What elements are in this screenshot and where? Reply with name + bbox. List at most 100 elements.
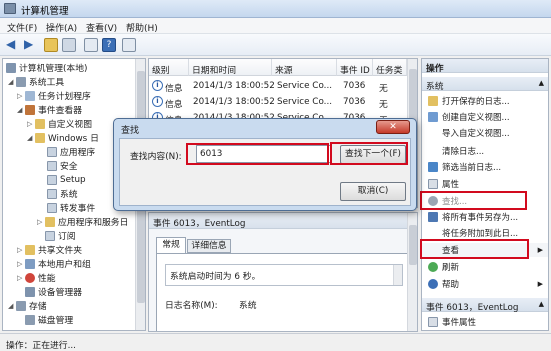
- cancel-button[interactable]: 取消(C): [340, 182, 406, 201]
- details-content: 系统启动时间为 6 秒。 日志名称(M): 系统: [156, 253, 410, 331]
- action-filter-current-log[interactable]: 筛选当前日志...: [422, 160, 548, 174]
- collapse-arrow-icon[interactable]: ▷: [17, 92, 25, 100]
- log-icon: [47, 188, 57, 199]
- action-save-all-events[interactable]: 将所有事件另存为...: [422, 210, 548, 224]
- tree-item-forwarded-events[interactable]: 转发事件: [47, 201, 95, 214]
- tree-item-event-viewer[interactable]: ◢ 事件查看器: [17, 103, 82, 116]
- collapse-arrow-icon[interactable]: ▷: [27, 120, 35, 128]
- folder-icon: [35, 118, 45, 129]
- tree-item-root[interactable]: 计算机管理(本地): [6, 61, 87, 74]
- tree-item-subscriptions[interactable]: 订阅: [45, 229, 76, 242]
- column-header-event-id[interactable]: 事件 ID: [337, 59, 373, 76]
- tree-label: 应用程序: [60, 148, 96, 158]
- collapse-arrow-icon[interactable]: ▷: [17, 274, 25, 282]
- tab-details[interactable]: 详细信息: [187, 239, 231, 253]
- cell-datetime: 2014/1/3 18:00:52: [193, 81, 275, 91]
- column-header-datetime[interactable]: 日期和时间: [189, 59, 272, 76]
- tree-item-disk-management[interactable]: 磁盘管理: [25, 313, 73, 326]
- log-icon: [47, 202, 57, 213]
- message-text: 系统启动时间为 6 秒。: [170, 272, 261, 282]
- action-label: 清除日志...: [442, 147, 485, 157]
- action-properties[interactable]: 属性: [422, 177, 548, 191]
- menu-bar: 文件(F) 操作(A) 查看(V) 帮助(H): [0, 18, 551, 34]
- expand-arrow-icon[interactable]: ◢: [17, 106, 25, 114]
- tree-item-shared-folders[interactable]: ▷ 共享文件夹: [17, 243, 82, 256]
- action-event-properties[interactable]: 事件属性: [422, 315, 548, 329]
- actions-header: 操作: [422, 59, 548, 74]
- up-folder-icon[interactable]: [44, 38, 58, 52]
- action-create-custom-view[interactable]: 创建自定义视图...: [422, 110, 548, 124]
- menu-file[interactable]: 文件(F): [7, 21, 37, 34]
- action-refresh[interactable]: 刷新: [422, 260, 548, 274]
- column-header-level[interactable]: 级别: [149, 59, 189, 76]
- find-label: 查找内容(N):: [130, 152, 182, 162]
- action-label: 将所有事件另存为...: [442, 213, 519, 223]
- view-icon[interactable]: [122, 38, 136, 52]
- action-label: 创建自定义视图...: [442, 113, 510, 123]
- users-icon: [25, 258, 35, 269]
- tree-item-performance[interactable]: ▷ 性能: [17, 271, 56, 284]
- tree-item-system[interactable]: 系统: [47, 187, 78, 200]
- tree-item-apps-services-logs[interactable]: ▷ 应用程序和服务日: [37, 215, 128, 228]
- tree-item-storage[interactable]: ◢ 存储: [8, 299, 47, 312]
- expand-arrow-icon[interactable]: ◢: [8, 302, 16, 310]
- action-label: 打开保存的日志...: [442, 97, 510, 107]
- log-name-label: 日志名称(M):: [165, 301, 218, 311]
- tree-item-custom-views[interactable]: ▷ 自定义视图: [27, 117, 92, 130]
- menu-view[interactable]: 查看(V): [86, 21, 117, 34]
- actions-section-system[interactable]: 系统 ▲: [422, 77, 548, 92]
- menu-action[interactable]: 操作(A): [46, 21, 77, 34]
- collapse-arrow-icon[interactable]: ▷: [17, 260, 25, 268]
- expand-arrow-icon[interactable]: ◢: [27, 134, 35, 142]
- table-row[interactable]: i 信息 2014/1/3 18:00:52 Service Co... 703…: [149, 78, 417, 94]
- cell-level: 信息: [165, 100, 183, 110]
- tree-item-setup[interactable]: Setup: [47, 173, 86, 186]
- window-title: 计算机管理: [21, 6, 69, 17]
- tree-item-task-scheduler[interactable]: ▷ 任务计划程序: [17, 89, 91, 102]
- cell-task: 无: [379, 84, 388, 94]
- tree-item-windows-logs[interactable]: ◢ Windows 日: [27, 131, 99, 144]
- blank-icon: [428, 146, 438, 156]
- collapse-arrow-icon[interactable]: ▲: [539, 300, 544, 308]
- collapse-arrow-icon[interactable]: ▷: [37, 218, 45, 226]
- tree-label: 存储: [29, 302, 47, 312]
- action-help[interactable]: 帮助 ▶: [422, 277, 548, 291]
- tree-label: 本地用户和组: [38, 260, 91, 270]
- tree-item-application[interactable]: 应用程序: [47, 145, 95, 158]
- collapse-arrow-icon[interactable]: ▲: [539, 79, 544, 87]
- show-hide-tree-icon[interactable]: [62, 38, 76, 52]
- forward-arrow-icon[interactable]: ▶: [24, 38, 38, 52]
- tree-item-system-tools[interactable]: ◢ 系统工具: [8, 75, 64, 88]
- tree-item-local-users[interactable]: ▷ 本地用户和组: [17, 257, 91, 270]
- expand-arrow-icon[interactable]: ◢: [8, 78, 16, 86]
- message-box[interactable]: 系统启动时间为 6 秒。: [165, 264, 403, 286]
- highlight-find-input: [186, 143, 329, 165]
- menu-help[interactable]: 帮助(H): [126, 21, 158, 34]
- column-header-task[interactable]: 任务类: [373, 59, 407, 76]
- tree-label: 订阅: [58, 232, 76, 242]
- save-icon: [428, 212, 438, 222]
- action-import-custom-view[interactable]: 导入自定义视图...: [422, 126, 548, 140]
- tree-item-security[interactable]: 安全: [47, 159, 78, 172]
- column-header-source[interactable]: 来源: [272, 59, 337, 76]
- action-label: 将任务附加到此日...: [442, 229, 519, 239]
- details-scrollbar[interactable]: [407, 213, 417, 331]
- tree-label: 共享文件夹: [38, 246, 82, 256]
- cell-event-id: 7036: [343, 97, 366, 107]
- actions-section-event[interactable]: 事件 6013，EventLog ▲: [422, 298, 548, 313]
- help-icon[interactable]: ?: [102, 38, 116, 52]
- section-label: 系统: [426, 82, 444, 92]
- back-arrow-icon[interactable]: ◀: [6, 38, 20, 52]
- collapse-arrow-icon[interactable]: ▷: [17, 246, 25, 254]
- info-icon: i: [152, 96, 163, 107]
- close-icon[interactable]: ✕: [376, 120, 410, 134]
- properties-icon[interactable]: [84, 38, 98, 52]
- action-label: 导入自定义视图...: [442, 129, 510, 139]
- tab-general[interactable]: 常规: [156, 237, 186, 253]
- table-row[interactable]: i 信息 2014/1/3 18:00:52 Service Co... 703…: [149, 94, 417, 110]
- tree-item-device-manager[interactable]: 设备管理器: [25, 285, 82, 298]
- action-open-saved-log[interactable]: 打开保存的日志...: [422, 94, 548, 108]
- action-clear-log[interactable]: 清除日志...: [422, 144, 548, 158]
- action-attach-task[interactable]: 将任务附加到此日...: [422, 226, 548, 240]
- computer-management-icon: [4, 3, 16, 14]
